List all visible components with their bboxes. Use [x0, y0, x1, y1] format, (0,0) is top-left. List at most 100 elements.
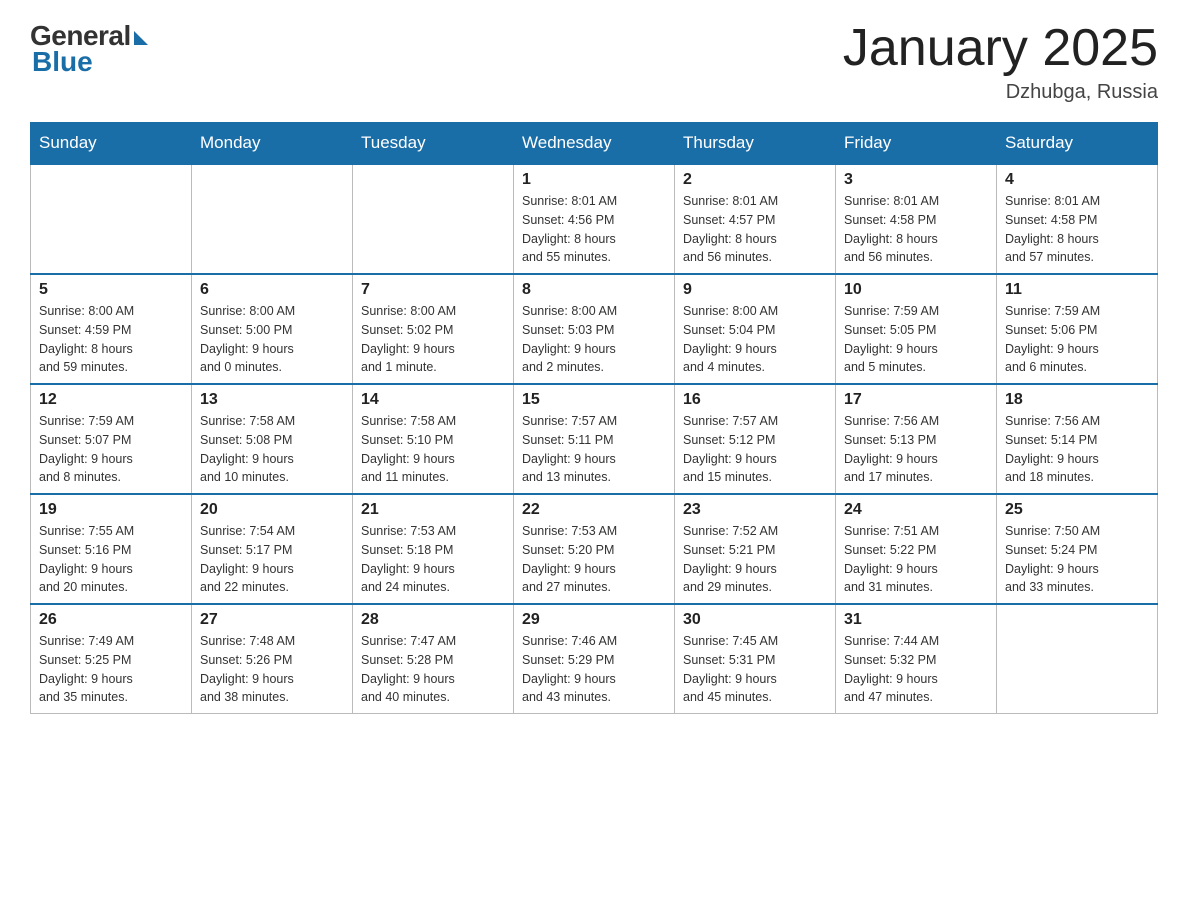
- calendar-cell: 7 Sunrise: 8:00 AMSunset: 5:02 PMDaylight…: [353, 274, 514, 384]
- weekday-header-thursday: Thursday: [675, 123, 836, 165]
- calendar-cell: 21 Sunrise: 7:53 AMSunset: 5:18 PMDayligh…: [353, 494, 514, 604]
- day-number: 24: [844, 501, 988, 519]
- calendar-cell: 10Sunrise: 7:59 AMSunset: 5:05 PMDayligh…: [836, 274, 997, 384]
- weekday-header-row: SundayMondayTuesdayWednesdayThursdayFrid…: [31, 123, 1158, 165]
- day-number: 7: [361, 281, 505, 299]
- calendar-cell: 31 Sunrise: 7:44 AMSunset: 5:32 PMDayligh…: [836, 604, 997, 714]
- day-number: 12: [39, 391, 183, 409]
- calendar-cell: 20 Sunrise: 7:54 AMSunset: 5:17 PMDayligh…: [192, 494, 353, 604]
- day-number: 20: [200, 501, 344, 519]
- day-info: Sunrise: 7:54 AMSunset: 5:17 PMDaylight:…: [200, 522, 344, 597]
- day-info: Sunrise: 7:45 AMSunset: 5:31 PMDaylight:…: [683, 632, 827, 707]
- calendar-cell: 6Sunrise: 8:00 AMSunset: 5:00 PMDaylight…: [192, 274, 353, 384]
- calendar-cell: 13Sunrise: 7:58 AMSunset: 5:08 PMDayligh…: [192, 384, 353, 494]
- logo: General Blue: [30, 20, 148, 78]
- day-info: Sunrise: 7:51 AMSunset: 5:22 PMDaylight:…: [844, 522, 988, 597]
- calendar-cell: 12 Sunrise: 7:59 AMSunset: 5:07 PMDayligh…: [31, 384, 192, 494]
- calendar-cell: 25 Sunrise: 7:50 AMSunset: 5:24 PMDayligh…: [997, 494, 1158, 604]
- calendar-cell: 19 Sunrise: 7:55 AMSunset: 5:16 PMDayligh…: [31, 494, 192, 604]
- calendar-cell: 23 Sunrise: 7:52 AMSunset: 5:21 PMDayligh…: [675, 494, 836, 604]
- day-number: 5: [39, 281, 183, 299]
- calendar-cell: 17 Sunrise: 7:56 AMSunset: 5:13 PMDayligh…: [836, 384, 997, 494]
- logo-blue-text: Blue: [32, 46, 93, 78]
- page-header: General Blue January 2025 Dzhubga, Russi…: [30, 20, 1158, 104]
- weekday-header-wednesday: Wednesday: [514, 123, 675, 165]
- day-info: Sunrise: 8:00 AMSunset: 5:04 PMDaylight:…: [683, 302, 827, 377]
- calendar-cell: [997, 604, 1158, 714]
- month-title: January 2025: [843, 20, 1158, 77]
- day-number: 11: [1005, 281, 1149, 299]
- day-number: 15: [522, 391, 666, 409]
- calendar-cell: 29Sunrise: 7:46 AMSunset: 5:29 PMDayligh…: [514, 604, 675, 714]
- day-info: Sunrise: 7:59 AMSunset: 5:06 PMDaylight:…: [1005, 302, 1149, 377]
- calendar-cell: 22 Sunrise: 7:53 AMSunset: 5:20 PMDayligh…: [514, 494, 675, 604]
- day-number: 16: [683, 391, 827, 409]
- day-info: Sunrise: 8:00 AMSunset: 5:02 PMDaylight:…: [361, 302, 505, 377]
- day-info: Sunrise: 7:56 AMSunset: 5:14 PMDaylight:…: [1005, 412, 1149, 487]
- calendar-cell: 18Sunrise: 7:56 AMSunset: 5:14 PMDayligh…: [997, 384, 1158, 494]
- day-number: 25: [1005, 501, 1149, 519]
- day-info: Sunrise: 8:01 AMSunset: 4:56 PMDaylight:…: [522, 192, 666, 267]
- calendar-cell: 28Sunrise: 7:47 AMSunset: 5:28 PMDayligh…: [353, 604, 514, 714]
- day-info: Sunrise: 7:55 AMSunset: 5:16 PMDaylight:…: [39, 522, 183, 597]
- day-info: Sunrise: 7:59 AMSunset: 5:05 PMDaylight:…: [844, 302, 988, 377]
- day-number: 23: [683, 501, 827, 519]
- day-number: 21: [361, 501, 505, 519]
- day-info: Sunrise: 7:44 AMSunset: 5:32 PMDaylight:…: [844, 632, 988, 707]
- week-row-1: 1 Sunrise: 8:01 AMSunset: 4:56 PMDaylight…: [31, 164, 1158, 274]
- weekday-header-friday: Friday: [836, 123, 997, 165]
- calendar-cell: [353, 164, 514, 274]
- day-info: Sunrise: 7:57 AMSunset: 5:12 PMDaylight:…: [683, 412, 827, 487]
- calendar-cell: 1 Sunrise: 8:01 AMSunset: 4:56 PMDaylight…: [514, 164, 675, 274]
- day-info: Sunrise: 7:49 AMSunset: 5:25 PMDaylight:…: [39, 632, 183, 707]
- day-number: 26: [39, 611, 183, 629]
- day-info: Sunrise: 7:48 AMSunset: 5:26 PMDaylight:…: [200, 632, 344, 707]
- day-number: 22: [522, 501, 666, 519]
- day-number: 8: [522, 281, 666, 299]
- day-info: Sunrise: 7:53 AMSunset: 5:20 PMDaylight:…: [522, 522, 666, 597]
- day-info: Sunrise: 8:00 AMSunset: 5:03 PMDaylight:…: [522, 302, 666, 377]
- calendar-cell: 3Sunrise: 8:01 AMSunset: 4:58 PMDaylight…: [836, 164, 997, 274]
- day-info: Sunrise: 8:01 AMSunset: 4:57 PMDaylight:…: [683, 192, 827, 267]
- day-info: Sunrise: 7:50 AMSunset: 5:24 PMDaylight:…: [1005, 522, 1149, 597]
- calendar-cell: 9 Sunrise: 8:00 AMSunset: 5:04 PMDaylight…: [675, 274, 836, 384]
- day-number: 30: [683, 611, 827, 629]
- day-info: Sunrise: 7:52 AMSunset: 5:21 PMDaylight:…: [683, 522, 827, 597]
- weekday-header-tuesday: Tuesday: [353, 123, 514, 165]
- day-number: 17: [844, 391, 988, 409]
- day-number: 1: [522, 171, 666, 189]
- day-number: 28: [361, 611, 505, 629]
- calendar-cell: 15Sunrise: 7:57 AMSunset: 5:11 PMDayligh…: [514, 384, 675, 494]
- calendar-cell: 2 Sunrise: 8:01 AMSunset: 4:57 PMDaylight…: [675, 164, 836, 274]
- day-info: Sunrise: 7:58 AMSunset: 5:10 PMDaylight:…: [361, 412, 505, 487]
- calendar-cell: [31, 164, 192, 274]
- day-number: 19: [39, 501, 183, 519]
- calendar-cell: 30 Sunrise: 7:45 AMSunset: 5:31 PMDayligh…: [675, 604, 836, 714]
- day-number: 13: [200, 391, 344, 409]
- calendar-cell: 24 Sunrise: 7:51 AMSunset: 5:22 PMDayligh…: [836, 494, 997, 604]
- location-text: Dzhubga, Russia: [843, 81, 1158, 104]
- day-number: 31: [844, 611, 988, 629]
- calendar-cell: 11 Sunrise: 7:59 AMSunset: 5:06 PMDayligh…: [997, 274, 1158, 384]
- logo-arrow-icon: [134, 31, 148, 45]
- day-number: 9: [683, 281, 827, 299]
- day-info: Sunrise: 7:59 AMSunset: 5:07 PMDaylight:…: [39, 412, 183, 487]
- day-number: 2: [683, 171, 827, 189]
- weekday-header-sunday: Sunday: [31, 123, 192, 165]
- day-info: Sunrise: 8:00 AMSunset: 5:00 PMDaylight:…: [200, 302, 344, 377]
- calendar-cell: 16 Sunrise: 7:57 AMSunset: 5:12 PMDayligh…: [675, 384, 836, 494]
- calendar-cell: 5 Sunrise: 8:00 AMSunset: 4:59 PMDaylight…: [31, 274, 192, 384]
- day-number: 4: [1005, 171, 1149, 189]
- weekday-header-monday: Monday: [192, 123, 353, 165]
- calendar-cell: 14 Sunrise: 7:58 AMSunset: 5:10 PMDayligh…: [353, 384, 514, 494]
- calendar-cell: 4 Sunrise: 8:01 AMSunset: 4:58 PMDaylight…: [997, 164, 1158, 274]
- day-info: Sunrise: 7:53 AMSunset: 5:18 PMDaylight:…: [361, 522, 505, 597]
- day-info: Sunrise: 8:00 AMSunset: 4:59 PMDaylight:…: [39, 302, 183, 377]
- day-info: Sunrise: 8:01 AMSunset: 4:58 PMDaylight:…: [1005, 192, 1149, 267]
- day-number: 14: [361, 391, 505, 409]
- day-info: Sunrise: 7:56 AMSunset: 5:13 PMDaylight:…: [844, 412, 988, 487]
- day-number: 27: [200, 611, 344, 629]
- week-row-2: 5 Sunrise: 8:00 AMSunset: 4:59 PMDaylight…: [31, 274, 1158, 384]
- calendar-cell: 26 Sunrise: 7:49 AMSunset: 5:25 PMDayligh…: [31, 604, 192, 714]
- calendar-cell: 8 Sunrise: 8:00 AMSunset: 5:03 PMDaylight…: [514, 274, 675, 384]
